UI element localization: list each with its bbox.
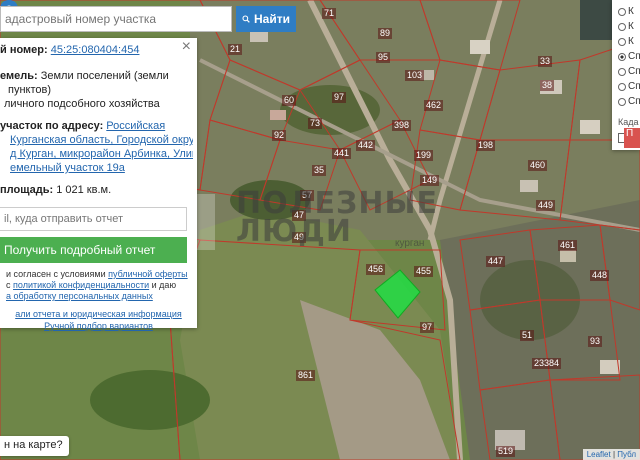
parcel-number: 149	[420, 175, 440, 186]
parcel-number: 21	[228, 44, 243, 55]
address-link-2[interactable]: Курганская область, Городской округ горо…	[10, 134, 193, 146]
radio-icon	[618, 97, 626, 106]
layer-option-label: К	[628, 36, 634, 47]
manual-selection-link[interactable]: Ручной подбор вариантов	[44, 321, 153, 331]
address-link-3[interactable]: д Курган, микрорайон Арбинка, Улица	[10, 148, 193, 160]
parcel-number: 455	[414, 266, 434, 277]
cadaster-label: Када	[618, 117, 639, 127]
category-label: емель:	[0, 70, 38, 82]
offer-link[interactable]: публичной оферты	[108, 269, 188, 279]
layer-option-label: Сп	[628, 51, 640, 62]
parcel-number: 97	[420, 322, 435, 333]
parcel-number: 461	[558, 240, 578, 251]
parcel-number: 398	[392, 120, 412, 131]
pkk-link[interactable]: Публ	[617, 450, 636, 459]
parcel-number: 51	[520, 330, 535, 341]
address-link-1[interactable]: Российская	[106, 120, 165, 132]
parcel-number: 23384	[532, 358, 562, 369]
consent-text-1: и согласен с условиями	[6, 269, 106, 279]
parcel-number: 199	[414, 150, 434, 161]
layer-option[interactable]: К	[612, 4, 640, 19]
email-field[interactable]: il, куда отправить отчет	[0, 207, 187, 231]
map-attribution: Leaflet | Публ	[582, 449, 640, 460]
layers-panel: К К К Сп Сп Сп Сп Када Те П	[612, 0, 640, 150]
layer-option-label: Сп	[628, 66, 640, 77]
radio-icon	[618, 22, 626, 31]
layer-option-label: Сп	[628, 81, 640, 92]
privacy-link[interactable]: политикой конфиденциальности	[13, 280, 149, 290]
layer-option-selected[interactable]: Сп	[612, 49, 640, 64]
parcel-number: 441	[332, 148, 352, 159]
parcel-number: 95	[376, 52, 391, 63]
consent-line-1: и согласен с условиями публичной оферты	[0, 269, 197, 280]
parcel-number: 448	[590, 270, 610, 281]
parcel-number: 73	[308, 118, 323, 129]
parcel-number: 33	[538, 56, 553, 67]
radio-icon	[618, 37, 626, 46]
layer-option-label: Сп	[628, 96, 640, 107]
parcel-info-panel: × й номер: 45:25:080404:454 емель: Земли…	[0, 38, 197, 331]
radio-checked-icon	[618, 52, 626, 61]
use-value: личного подсобного хозяйства	[4, 98, 160, 110]
layer-option[interactable]: К	[612, 19, 640, 34]
search-icon	[242, 15, 250, 23]
layer-option[interactable]: Сп	[612, 64, 640, 79]
parcel-number: 442	[356, 140, 376, 151]
category-value: Земли поселений (земли	[40, 70, 169, 82]
parcel-number: 38	[540, 80, 555, 91]
leaflet-link[interactable]: Leaflet	[587, 450, 611, 459]
layer-option[interactable]: К	[612, 34, 640, 49]
cad-number-label: й номер:	[0, 44, 48, 56]
category-value-2: пунктов)	[8, 84, 52, 96]
category-row: емель: Земли поселений (земли	[0, 69, 193, 83]
parcel-number: 97	[332, 92, 347, 103]
parcel-number: 92	[272, 130, 287, 141]
parcel-number: 60	[282, 95, 297, 106]
address-link-4[interactable]: емельный участок 19а	[10, 162, 125, 174]
address-label: участок по адресу:	[0, 120, 104, 132]
samples-link[interactable]: али отчета и юридическая информация	[15, 309, 182, 319]
radio-icon	[618, 82, 626, 91]
search-button-label: Найти	[254, 12, 290, 26]
report-button[interactable]: Получить подробный отчет	[0, 237, 187, 263]
parcel-number: 35	[312, 165, 327, 176]
parcel-number: 460	[528, 160, 548, 171]
area-row: площадь: 1 021 кв.м.	[0, 183, 193, 197]
consent-text-2: с	[6, 280, 11, 290]
on-map-question-button[interactable]: н на карте?	[0, 436, 69, 456]
consent-line-2: с политикой конфиденциальности и даю	[0, 280, 197, 291]
layers-action-button[interactable]: П	[624, 128, 640, 148]
parcel-number: 447	[486, 256, 506, 267]
radio-icon	[618, 67, 626, 76]
search-box	[0, 6, 232, 32]
cadastral-search-input[interactable]	[1, 7, 229, 31]
cad-number-link[interactable]: 45:25:080404:454	[51, 44, 140, 56]
radio-icon	[618, 7, 626, 16]
search-button[interactable]: Найти	[236, 6, 296, 32]
parcel-number: 93	[588, 336, 603, 347]
parcel-number: 861	[296, 370, 316, 381]
parcel-number: 71	[322, 8, 337, 19]
parcel-number: 89	[378, 28, 393, 39]
personal-data-link[interactable]: а обработку персональных данных	[6, 291, 153, 301]
area-value: 1 021 кв.м.	[56, 184, 112, 196]
area-label: площадь:	[0, 184, 54, 196]
layer-option[interactable]: Сп	[612, 94, 640, 109]
consent-text-2-tail: и даю	[151, 280, 177, 290]
cad-number-row: й номер: 45:25:080404:454	[0, 43, 193, 57]
layer-option-label: К	[628, 6, 634, 17]
close-icon[interactable]: ×	[182, 39, 191, 55]
parcel-number: 103	[405, 70, 425, 81]
watermark-sub: курган	[395, 238, 425, 249]
layer-option[interactable]: Сп	[612, 79, 640, 94]
parcel-number: 456	[366, 264, 386, 275]
layer-option-label: К	[628, 21, 634, 32]
parcel-number: 462	[424, 100, 444, 111]
address-row: участок по адресу: Российская	[0, 119, 193, 133]
parcel-number: 519	[496, 446, 516, 457]
parcel-number: 449	[536, 200, 556, 211]
parcel-number: 198	[476, 140, 496, 151]
